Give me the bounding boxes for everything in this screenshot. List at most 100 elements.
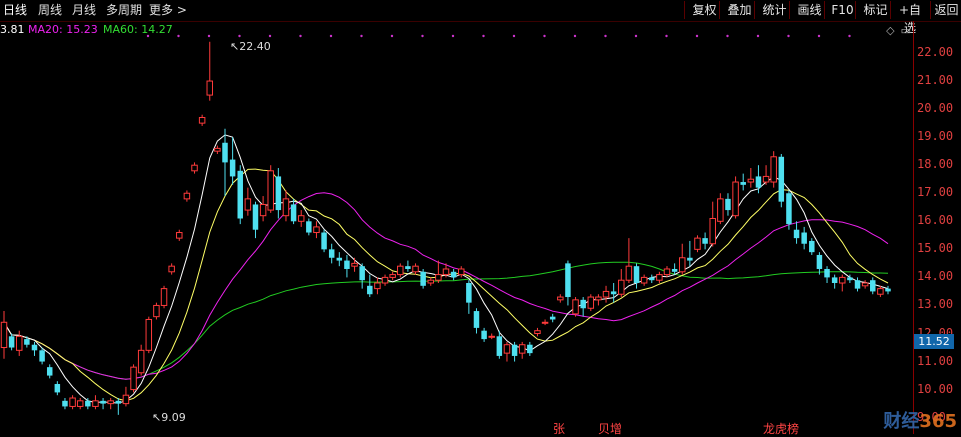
- event-marker: [482, 34, 485, 38]
- candle-body: [374, 282, 381, 290]
- tab-more[interactable]: 更多 >: [149, 2, 187, 19]
- y-tick-label: 20.00: [917, 101, 954, 116]
- candle-body: [816, 254, 823, 269]
- candle-body: [687, 257, 693, 261]
- candle-body: [450, 271, 457, 278]
- event-marker: [665, 34, 668, 38]
- candle-body: [678, 257, 686, 273]
- candle-body: [275, 176, 282, 211]
- tag-beizeng[interactable]: 贝增: [598, 420, 622, 437]
- candle-body: [412, 265, 419, 273]
- candle-body: [541, 321, 549, 324]
- candle-body: [557, 296, 564, 301]
- ma20-line: [3, 192, 889, 380]
- candle-body: [671, 268, 678, 272]
- y-tick-label: 16.00: [917, 213, 954, 228]
- y-tick-label: 17.00: [917, 185, 954, 200]
- candle-body: [389, 274, 396, 278]
- candle-body: [54, 383, 61, 393]
- y-tick-label: 13.00: [917, 297, 954, 312]
- mark-button[interactable]: 标记: [855, 1, 895, 19]
- tab-month[interactable]: 月线: [72, 2, 96, 19]
- event-marker: [360, 34, 363, 38]
- candle-body: [31, 344, 38, 351]
- watermark-logo: 财经365: [883, 411, 957, 432]
- event-marker: [634, 34, 638, 38]
- stats-button[interactable]: 统计: [754, 1, 794, 19]
- candle-body: [367, 285, 373, 295]
- candle-body: [107, 400, 114, 405]
- candle-body: [656, 274, 663, 281]
- y-axis-line: [913, 21, 914, 434]
- event-marker: [421, 34, 424, 38]
- candle-body: [762, 175, 770, 183]
- y-tick-label: 22.00: [917, 45, 954, 59]
- add-watchlist-button[interactable]: +自选: [890, 1, 929, 35]
- candle-body: [130, 366, 137, 391]
- y-tick-label: 10.00: [917, 381, 954, 396]
- event-marker: [207, 34, 211, 38]
- event-marker: [390, 34, 394, 38]
- candle-body: [663, 268, 671, 276]
- candle-body: [46, 367, 53, 376]
- event-marker: [726, 34, 729, 38]
- candle-body: [435, 274, 442, 281]
- tab-day[interactable]: 日线: [3, 2, 27, 19]
- candle-body: [602, 290, 610, 298]
- candle-body: [328, 249, 335, 258]
- candle-body: [786, 193, 792, 225]
- candle-body: [640, 276, 648, 284]
- candle-body: [297, 215, 305, 222]
- low-price-label: ↖9.09: [152, 411, 186, 424]
- candle-body: [160, 288, 168, 306]
- candle-body: [206, 80, 214, 96]
- event-marker: [817, 34, 821, 38]
- candle-body: [466, 283, 472, 303]
- y-tick-label: 18.00: [917, 157, 954, 172]
- candle-body: [122, 394, 130, 405]
- candle-body: [39, 350, 45, 362]
- candle-body: [237, 170, 243, 219]
- candle-body: [252, 204, 259, 230]
- candle-body: [457, 268, 465, 276]
- candle-body: [282, 198, 290, 217]
- tab-week[interactable]: 周线: [38, 2, 62, 19]
- candle-body: [847, 277, 853, 281]
- candle-body: [481, 330, 487, 340]
- kline-chart[interactable]: ↖22.40 ↖9.09: [0, 21, 913, 434]
- candle-body: [62, 400, 68, 407]
- candle-body: [168, 265, 175, 273]
- candle-body: [885, 288, 891, 292]
- candle-body: [534, 330, 541, 335]
- candle-body: [76, 400, 84, 407]
- tab-multi-period[interactable]: 多周期: [106, 2, 142, 19]
- candle-body: [214, 147, 221, 152]
- candle-body: [0, 321, 8, 349]
- candle-body: [717, 198, 724, 222]
- candle-body: [313, 226, 320, 234]
- fuquan-button[interactable]: 复权: [684, 1, 724, 19]
- candle-body: [877, 288, 884, 295]
- candle-body: [442, 268, 450, 276]
- overlay-button[interactable]: 叠加: [719, 1, 759, 19]
- candle-body: [565, 263, 571, 298]
- tag-zhang[interactable]: 张: [553, 420, 565, 437]
- candle-body: [625, 265, 633, 281]
- event-marker: [787, 34, 790, 38]
- candle-body: [503, 344, 511, 354]
- candle-body: [191, 164, 198, 172]
- ma60-line: [3, 261, 889, 380]
- draw-button[interactable]: 画线: [789, 1, 829, 19]
- candle-body: [496, 336, 503, 356]
- toolbar: 日线 周线 月线 多周期 更多 > 复权 叠加 统计 画线 F10 标记 +自选…: [0, 0, 961, 35]
- candle-body: [732, 181, 739, 217]
- back-button[interactable]: 返回: [930, 1, 961, 19]
- y-tick-label: 21.00: [917, 73, 954, 88]
- candle-body: [740, 182, 746, 185]
- candle-body: [839, 276, 846, 284]
- candle-body: [259, 203, 267, 217]
- candle-body: [580, 299, 586, 309]
- tag-longhubang[interactable]: 龙虎榜: [763, 420, 799, 437]
- candle-body: [870, 280, 876, 292]
- candle-body: [587, 296, 595, 309]
